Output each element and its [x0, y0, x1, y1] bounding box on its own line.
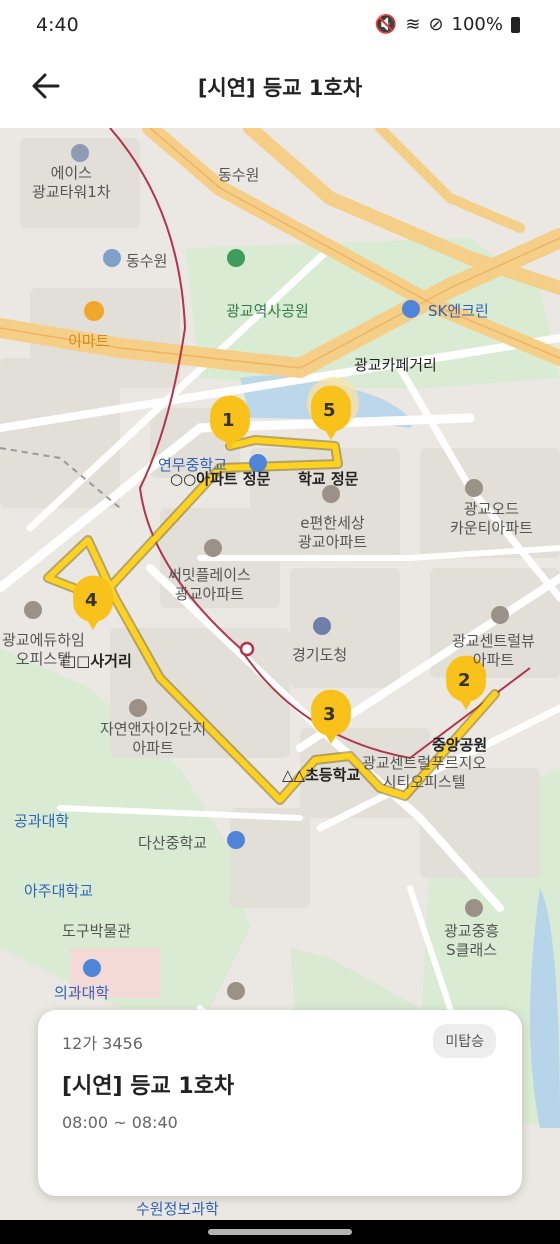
map-label-summit: 써밋플레이스 광교아파트 — [168, 566, 251, 603]
map-label-odu: 광교오드 카운티아파트 — [450, 500, 533, 537]
map-label-jayeon: 자연앤자이2단지 아파트 — [100, 720, 207, 757]
map-label-apt-gate: ○○아파트 정문 — [170, 470, 271, 488]
map-label-elementary: △△초등학교 — [282, 766, 361, 784]
dnd-icon: ⊘ — [428, 14, 444, 35]
map-label-cafe-street: 광교카페거리 — [354, 356, 437, 374]
battery-text: 100% — [451, 14, 503, 35]
vehicle-schedule-time: 08:00 ~ 08:40 — [62, 1113, 178, 1132]
map-label-emart: 이마트 — [68, 332, 110, 350]
system-nav-bar — [0, 1220, 560, 1244]
map-label-sclass: 광교중흥 S클래스 — [444, 922, 500, 959]
map-label-park: 광교역사공원 — [226, 302, 309, 320]
wifi-icon: ≋ — [405, 14, 421, 35]
map-label-central-view: 광교센트럴뷰 아파트 — [452, 632, 535, 669]
status-time: 4:40 — [36, 14, 79, 36]
map-label-ajou: 아주대학교 — [24, 882, 94, 900]
app-header: [시연] 등교 1호차 — [0, 50, 560, 128]
map-label-central-park: 중앙공원 — [432, 736, 488, 754]
map-label-crossroad: □□사거리 — [62, 652, 132, 670]
map-label-ace-tower: 에이스 광교타워1차 — [32, 164, 111, 201]
map-label-gonggwa: 공과대학 — [14, 812, 70, 830]
vehicle-title: [시연] 등교 1호차 — [62, 1074, 235, 1099]
page-title: [시연] 등교 1호차 — [197, 76, 363, 100]
stop-1-number[interactable]: 1 — [222, 410, 235, 431]
status-icons: 🔇 ≋ ⊘ 100% — [375, 14, 520, 35]
vehicle-info-card[interactable]: 12가 3456 미탑승 [시연] 등교 1호차 08:00 ~ 08:40 — [38, 1010, 522, 1196]
stop-3-number[interactable]: 3 — [323, 704, 336, 725]
map-label-portfolio: 광교센트럴푸르지오 시티오피스텔 — [362, 754, 487, 791]
status-bar: 4:40 🔇 ≋ ⊘ 100% — [0, 0, 560, 50]
battery-icon — [511, 16, 520, 33]
map-label-dasan: 다산중학교 — [138, 834, 208, 852]
map-label-tg: 동수원 — [126, 252, 168, 270]
map-label-school-gate: 학교 정문 — [298, 470, 359, 488]
stop-5-number[interactable]: 5 — [323, 400, 336, 421]
map-label-sk: SK엔크린 — [428, 302, 489, 320]
map-label-epyeonhan: e편한세상 광교아파트 — [298, 514, 368, 551]
map-label-tool: 도구박물관 — [62, 922, 132, 940]
stop-4-number[interactable]: 4 — [85, 590, 98, 611]
map-label-gyeonggi: 경기도청 — [292, 646, 348, 664]
vehicle-plate: 12가 3456 — [62, 1034, 143, 1053]
home-handle[interactable] — [208, 1229, 352, 1235]
stop-2-number[interactable]: 2 — [458, 670, 471, 691]
map-label-suwon-it: 수원정보과학 — [136, 1200, 219, 1218]
mute-icon: 🔇 — [374, 14, 398, 35]
map-label-medical: 의과대학 — [54, 984, 110, 1002]
status-badge: 미탑승 — [433, 1024, 496, 1058]
map-label-ic: 동수원 — [218, 166, 260, 184]
